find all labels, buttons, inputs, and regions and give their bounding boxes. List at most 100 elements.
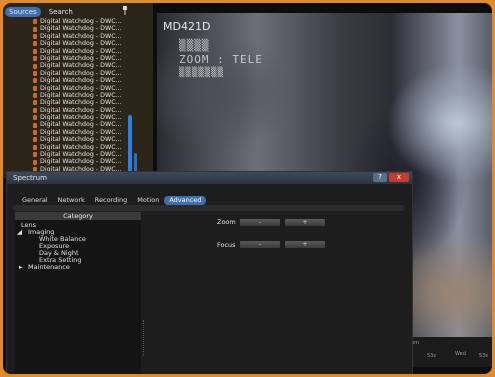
spectrum-dialog: Spectrum ? x General Network Recording M… bbox=[6, 171, 413, 374]
camera-icon bbox=[33, 144, 37, 150]
timeline-label: 53s bbox=[479, 353, 488, 359]
tab-advanced[interactable]: Advanced bbox=[164, 196, 207, 205]
source-item[interactable]: Digital Watchdog - DWC... bbox=[33, 129, 125, 136]
timeline[interactable]: pm 53s Wed 53s bbox=[403, 337, 492, 367]
sources-list: Digital Watchdog - DWC... Digital Watchdo… bbox=[33, 18, 125, 173]
source-item-label: Digital Watchdog - DWC... bbox=[40, 128, 122, 136]
camera-icon bbox=[33, 93, 37, 99]
source-item-label: Digital Watchdog - DWC... bbox=[40, 143, 122, 151]
timeline-label: Wed bbox=[455, 351, 466, 357]
dialog-title: Spectrum bbox=[13, 174, 47, 182]
source-item-label: Digital Watchdog - DWC... bbox=[40, 151, 122, 159]
camera-icon bbox=[33, 85, 37, 91]
source-item-label: Digital Watchdog - DWC... bbox=[40, 84, 122, 92]
source-item[interactable]: Digital Watchdog - DWC... bbox=[33, 99, 125, 106]
category-header: Category bbox=[15, 212, 141, 220]
help-button[interactable]: ? bbox=[373, 173, 387, 182]
source-item-label: Digital Watchdog - DWC... bbox=[40, 25, 122, 33]
camera-icon bbox=[33, 19, 37, 25]
camera-icon bbox=[33, 33, 37, 39]
tab-motion[interactable]: Motion bbox=[132, 196, 164, 205]
source-item-label: Digital Watchdog - DWC... bbox=[40, 99, 122, 107]
source-item[interactable]: Digital Watchdog - DWC... bbox=[33, 77, 125, 84]
dialog-titlebar[interactable]: Spectrum ? x bbox=[7, 172, 412, 184]
zoom-minus-button[interactable]: - bbox=[240, 219, 280, 226]
tab-network[interactable]: Network bbox=[53, 196, 90, 205]
collapse-arrow-icon[interactable]: ▸ bbox=[19, 263, 22, 271]
sources-scrollbar-secondary[interactable] bbox=[134, 153, 137, 173]
tree-item-maintenance[interactable]: Maintenance bbox=[28, 263, 70, 271]
osd-line-3: ▒▒▒▒▒▒▒ bbox=[179, 68, 224, 78]
sources-panel: Sources Search Digital Watchdog - DWC...… bbox=[3, 3, 153, 178]
expand-arrow-icon[interactable]: ◢ bbox=[17, 228, 22, 236]
camera-icon bbox=[33, 152, 37, 158]
camera-icon bbox=[33, 26, 37, 32]
source-item[interactable]: Digital Watchdog - DWC... bbox=[33, 48, 125, 55]
source-item[interactable]: Digital Watchdog - DWC... bbox=[33, 92, 125, 99]
source-item-label: Digital Watchdog - DWC... bbox=[40, 77, 122, 85]
source-item-label: Digital Watchdog - DWC... bbox=[40, 114, 122, 122]
source-item[interactable]: Digital Watchdog - DWC... bbox=[33, 144, 125, 151]
camera-icon bbox=[33, 159, 37, 165]
tab-sources[interactable]: Sources bbox=[5, 6, 41, 17]
timeline-label: 53s bbox=[427, 353, 436, 359]
zoom-label: Zoom bbox=[217, 218, 236, 226]
source-item-label: Digital Watchdog - DWC... bbox=[40, 69, 122, 77]
source-item[interactable]: Digital Watchdog - DWC... bbox=[33, 18, 125, 25]
tab-general[interactable]: General bbox=[17, 196, 53, 205]
sources-tabs: Sources Search bbox=[3, 6, 155, 17]
source-item[interactable]: Digital Watchdog - DWC... bbox=[33, 55, 125, 62]
source-item-label: Digital Watchdog - DWC... bbox=[40, 136, 122, 144]
dialog-tabs: General Network Recording Motion Advance… bbox=[17, 196, 207, 205]
close-button[interactable]: x bbox=[389, 173, 409, 182]
source-item[interactable]: Digital Watchdog - DWC... bbox=[33, 62, 125, 69]
source-item-label: Digital Watchdog - DWC... bbox=[40, 40, 122, 48]
app-window: MD421D ▒▒▒▒ ZOOM : TELE ▒▒▒▒▒▒▒ pm 53s W… bbox=[3, 3, 492, 374]
camera-icon bbox=[33, 115, 37, 121]
source-item-label: Digital Watchdog - DWC... bbox=[40, 91, 122, 99]
splitter-handle[interactable] bbox=[143, 320, 146, 356]
osd-line-1: ▒▒▒▒ bbox=[179, 39, 210, 52]
category-panel: Category Lens ◢ Imaging White Balance Ex… bbox=[15, 212, 141, 374]
source-item-label: Digital Watchdog - DWC... bbox=[40, 106, 122, 114]
pin-icon[interactable] bbox=[121, 6, 129, 15]
camera-icon bbox=[33, 41, 37, 47]
camera-icon bbox=[33, 78, 37, 84]
tab-search[interactable]: Search bbox=[45, 7, 77, 17]
source-item-label: Digital Watchdog - DWC... bbox=[40, 18, 122, 25]
camera-icon bbox=[33, 100, 37, 106]
focus-plus-button[interactable]: + bbox=[285, 241, 325, 248]
camera-icon bbox=[33, 48, 37, 54]
tab-recording[interactable]: Recording bbox=[90, 196, 133, 205]
camera-icon bbox=[33, 107, 37, 113]
osd-line-2: ZOOM : TELE bbox=[179, 53, 263, 66]
source-item-label: Digital Watchdog - DWC... bbox=[40, 54, 122, 62]
source-item-label: Digital Watchdog - DWC... bbox=[40, 121, 122, 129]
source-item[interactable]: Digital Watchdog - DWC... bbox=[33, 114, 125, 121]
sources-scrollbar[interactable] bbox=[128, 115, 132, 175]
source-item[interactable]: Digital Watchdog - DWC... bbox=[33, 151, 125, 158]
camera-icon bbox=[33, 56, 37, 62]
source-item-label: Digital Watchdog - DWC... bbox=[40, 32, 122, 40]
source-item-label: Digital Watchdog - DWC... bbox=[40, 47, 122, 55]
source-item[interactable]: Digital Watchdog - DWC... bbox=[33, 33, 125, 40]
source-item[interactable]: Digital Watchdog - DWC... bbox=[33, 136, 125, 143]
source-item[interactable]: Digital Watchdog - DWC... bbox=[33, 121, 125, 128]
zoom-plus-button[interactable]: + bbox=[285, 219, 325, 226]
source-item[interactable]: Digital Watchdog - DWC... bbox=[33, 85, 125, 92]
source-item-label: Digital Watchdog - DWC... bbox=[40, 158, 122, 166]
focus-label: Focus bbox=[217, 241, 236, 249]
source-item[interactable]: Digital Watchdog - DWC... bbox=[33, 70, 125, 77]
focus-minus-button[interactable]: - bbox=[240, 241, 280, 248]
camera-icon bbox=[33, 70, 37, 76]
source-item[interactable]: Digital Watchdog - DWC... bbox=[33, 40, 125, 47]
camera-icon bbox=[33, 137, 37, 143]
source-item[interactable]: Digital Watchdog - DWC... bbox=[33, 158, 125, 165]
tab-divider bbox=[13, 205, 405, 211]
camera-icon bbox=[33, 130, 37, 136]
camera-icon bbox=[33, 63, 37, 69]
source-item[interactable]: Digital Watchdog - DWC... bbox=[33, 107, 125, 114]
source-item[interactable]: Digital Watchdog - DWC... bbox=[33, 25, 125, 32]
source-item-label: Digital Watchdog - DWC... bbox=[40, 62, 122, 70]
camera-name: MD421D bbox=[163, 20, 211, 33]
